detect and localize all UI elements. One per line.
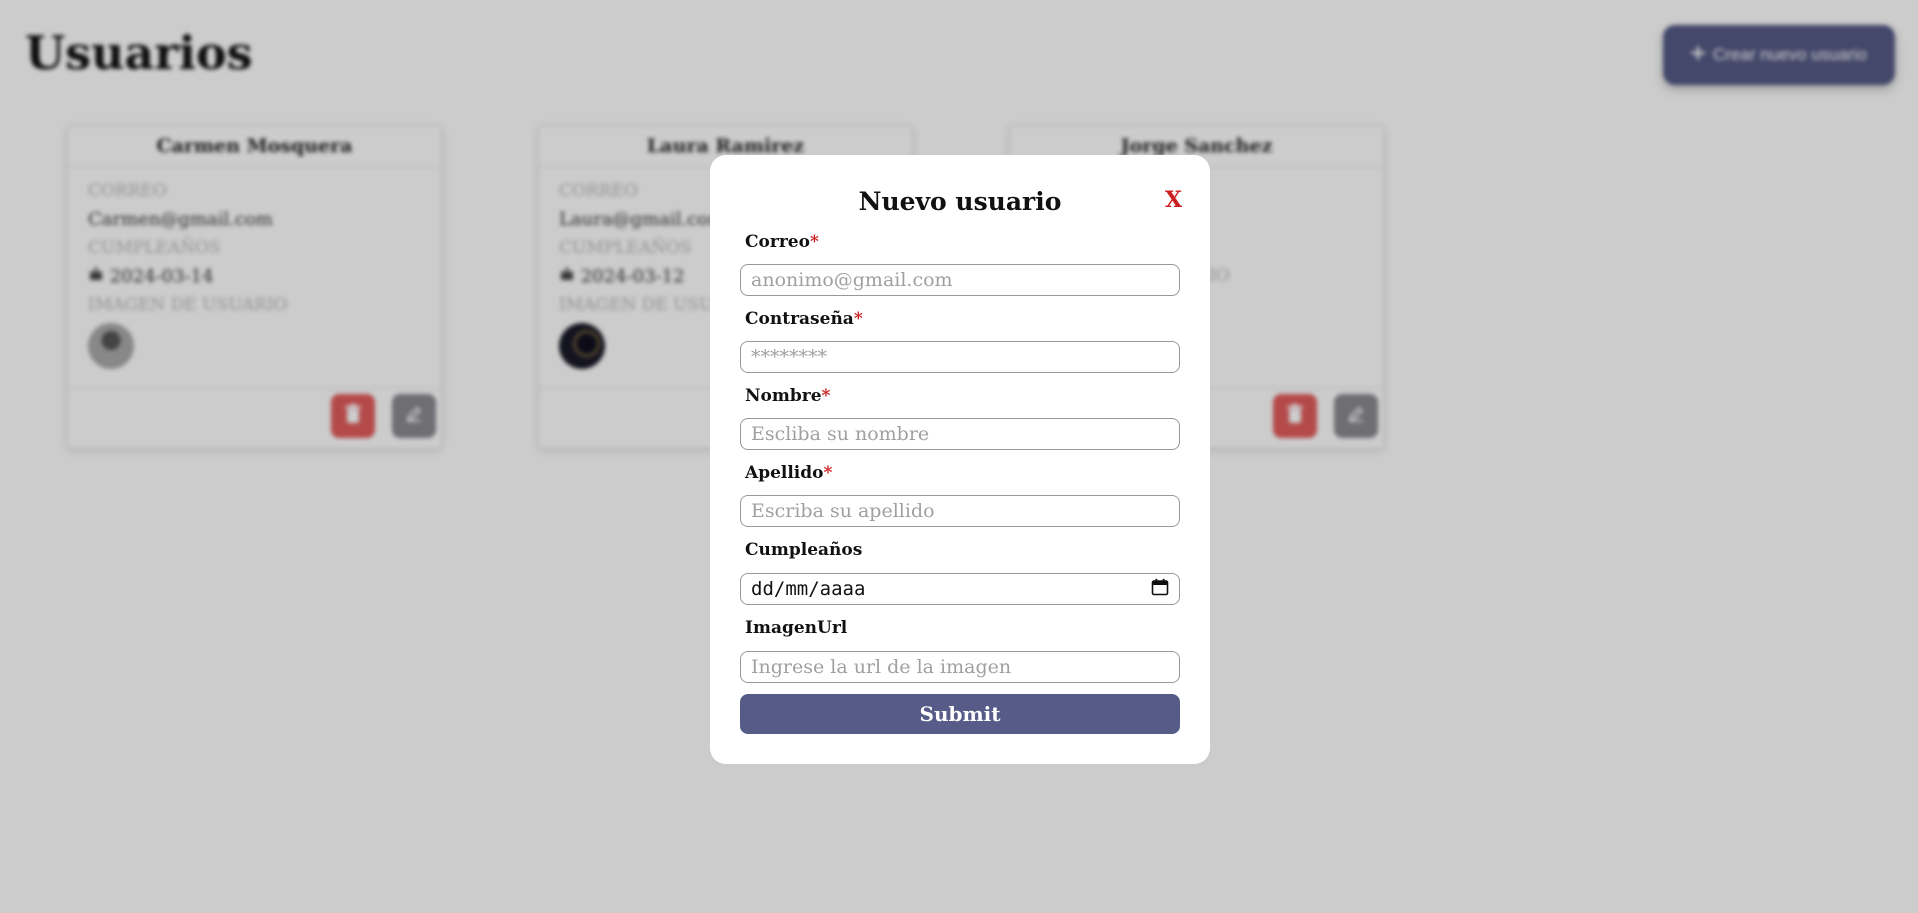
label-text: Apellido — [745, 463, 824, 483]
required-marker: * — [809, 232, 819, 252]
required-marker: * — [821, 386, 831, 406]
label-text: Nombre — [745, 386, 822, 406]
birthday-field-label: Cumpleaños — [745, 540, 863, 560]
image-url-field-label: ImagenUrl — [745, 618, 848, 638]
close-button[interactable]: X — [1165, 187, 1182, 213]
required-marker: * — [853, 309, 863, 329]
label-text: Correo — [745, 232, 810, 252]
date-value: dd/mm/aaaa — [751, 578, 866, 600]
submit-button[interactable]: Submit — [740, 694, 1180, 734]
first-name-field-label: Nombre* — [745, 386, 830, 406]
required-marker: * — [823, 463, 833, 483]
last-name-field[interactable] — [740, 495, 1180, 527]
password-field[interactable] — [740, 341, 1180, 373]
image-url-field[interactable] — [740, 651, 1180, 683]
first-name-field[interactable] — [740, 418, 1180, 450]
birthday-date-input[interactable]: dd/mm/aaaa — [740, 573, 1180, 605]
label-text: Contraseña — [745, 309, 854, 329]
calendar-icon[interactable] — [1151, 578, 1169, 601]
password-field-label: Contraseña* — [745, 309, 863, 329]
email-field[interactable] — [740, 264, 1180, 296]
new-user-modal: Nuevo usuario X Correo* Contraseña* Nomb… — [710, 155, 1210, 764]
email-field-label: Correo* — [745, 232, 819, 252]
modal-title: Nuevo usuario — [858, 187, 1062, 216]
last-name-field-label: Apellido* — [745, 463, 832, 483]
